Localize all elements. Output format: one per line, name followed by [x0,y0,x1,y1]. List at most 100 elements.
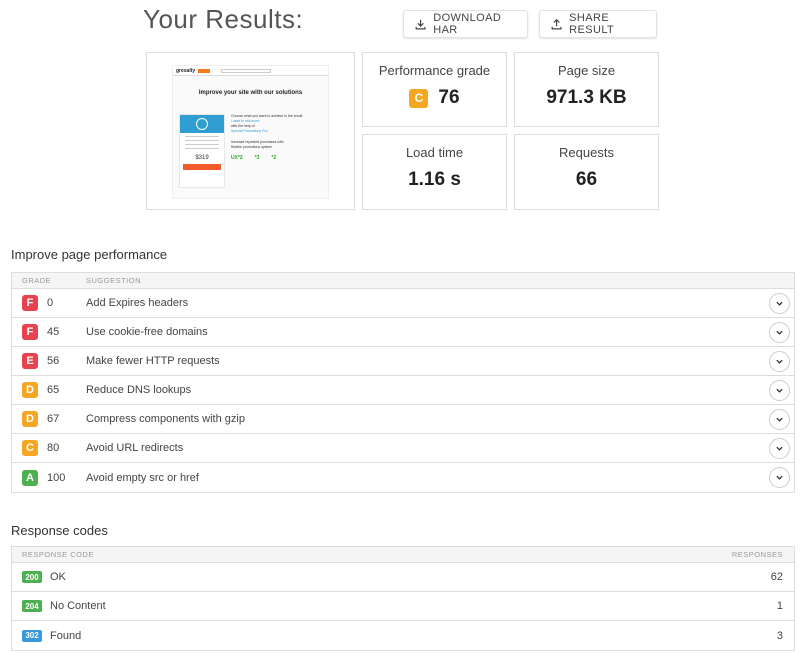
grade-badge: D [22,411,38,427]
performance-section-title: Improve page performance [11,247,168,262]
suggestion-text: Avoid URL redirects [86,442,184,454]
column-header-response-code: RESPONSE CODE [22,550,94,559]
expand-button[interactable] [769,408,790,430]
grade-badge: C [409,88,429,108]
response-label: Found [50,629,82,642]
grade-cell: D 65 [22,382,59,398]
suggestion-text: Make fewer HTTP requests [86,355,220,367]
page-title: Your Results: [143,4,304,34]
table-row[interactable]: D 67 Compress components with gzip [12,405,794,434]
screenshot-logo-tag [198,68,211,73]
table-row[interactable]: F 0 Add Expires headers [12,289,794,318]
score-value: 0 [47,297,54,309]
expand-button[interactable] [769,467,790,488]
screenshot-price: $319 [195,155,209,161]
score-value: 80 [47,442,60,454]
chevron-down-icon [776,301,783,306]
grade-cell: D 67 [22,411,59,427]
share-result-button[interactable]: SHARE RESULT [539,10,657,38]
screenshot-preview: grexalty Improve your site with our solu… [172,65,329,199]
grade-cell: E 56 [22,353,59,369]
table-header: GRADE SUGGESTION [12,273,794,289]
page-size-card: Page size 971.3 KB [514,52,659,127]
expand-button[interactable] [769,379,790,401]
screenshot-header: grexalty [173,66,328,76]
response-codes-table: RESPONSE CODE RESPONSES 200 OK 62 204 No Con… [11,546,795,651]
suggestion-text: Reduce DNS lookups [86,384,192,396]
score-value: 45 [47,326,60,338]
table-header: RESPONSE CODE RESPONSES [12,547,794,563]
suggestion-text: Compress components with gzip [86,413,245,425]
screenshot-card-banner [180,115,224,133]
compass-icon [196,118,208,130]
load-time-value: 1.16 s [408,169,461,190]
screenshot-line: Special Promotions Pro [231,129,268,133]
response-count: 62 [770,571,783,583]
load-time-label: Load time [405,145,464,160]
suggestion-text: Avoid empty src or href [86,471,199,484]
grade-cell: A 100 [22,469,66,486]
grade-cell: F0 [22,295,53,311]
page-screenshot: grexalty Improve your site with our solu… [146,52,355,210]
screenshot-headline: Improve your site with our solutions [198,90,303,96]
screenshot-product-card: $319 [179,114,225,188]
score-value: 65 [47,384,60,396]
screenshot-text: Choose what you want to achieve in the r… [231,114,323,161]
column-header-responses: RESPONSES [731,550,783,559]
response-label: OK [50,571,66,583]
response-codes-section-title: Response codes [11,523,108,538]
grade-badge: D [22,382,38,398]
grade-badge: A [22,469,38,486]
suggestion-text: Use cookie-free domains [86,326,208,338]
screenshot-card-text [180,136,224,149]
performance-grade-card: Performance grade C 76 [362,52,507,127]
table-row[interactable]: E 56 Make fewer HTTP requests [12,347,794,376]
share-result-label: SHARE RESULT [569,12,615,36]
chevron-down-icon [776,388,783,393]
table-row[interactable]: C 80 Avoid URL redirects [12,434,794,463]
chevron-down-icon [776,417,783,422]
table-row: 302 Found 3 [12,621,794,650]
grade-badge: C [22,440,38,456]
table-row: 204 No Content 1 [12,592,794,621]
expand-button[interactable] [769,292,790,314]
response-code-cell: 204 No Content [22,600,106,612]
response-count: 3 [776,629,783,642]
download-icon [415,19,426,30]
chevron-down-icon [776,359,783,364]
screenshot-cta [183,164,221,170]
grade-cell: C 80 [22,440,59,456]
performance-grade-value: 76 [438,87,460,108]
expand-button[interactable] [769,321,790,343]
status-badge: 200 [22,571,42,583]
screenshot-logo: grexalty [176,67,196,74]
requests-label: Requests [559,145,614,160]
expand-button[interactable] [769,437,790,459]
screenshot-stats: UX*2 *3 *2 [231,156,323,161]
score-value: 100 [47,471,66,484]
download-har-button[interactable]: DOWNLOAD HAR [403,10,528,38]
screenshot-stat: *2 [271,155,277,161]
page-size-label: Page size [557,63,616,78]
status-badge: 302 [22,629,42,642]
column-header-grade: GRADE [22,276,52,285]
share-icon [551,18,562,29]
table-row[interactable]: D 65 Reduce DNS lookups [12,376,794,405]
score-value: 67 [47,413,60,425]
screenshot-stat: *3 [254,155,260,161]
table-row[interactable]: A 100 Avoid empty src or href [12,463,794,492]
suggestion-text: Add Expires headers [86,297,189,309]
table-row[interactable]: F 45 Use cookie-free domains [12,318,794,347]
column-header-suggestion: SUGGESTION [86,276,142,285]
download-har-label: DOWNLOAD HAR [433,12,502,36]
status-badge: 204 [22,600,42,612]
screenshot-line: flexible promotions system [231,145,273,149]
screenshot-stat: UX*2 [231,155,243,161]
expand-button[interactable] [769,350,790,372]
response-label: No Content [50,600,106,612]
grade-cell: F 45 [22,324,59,340]
response-count: 1 [776,600,783,612]
requests-value: 66 [575,169,598,190]
chevron-down-icon [776,446,783,451]
score-value: 56 [47,355,60,367]
